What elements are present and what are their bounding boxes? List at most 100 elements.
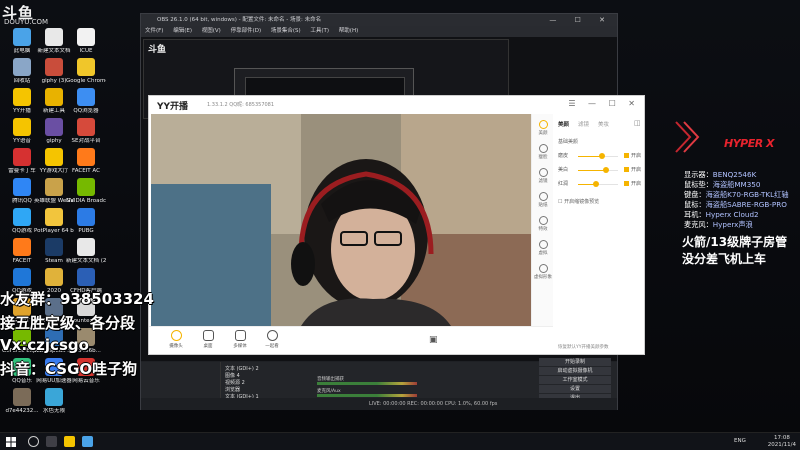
media-button[interactable]: 多媒体 (225, 330, 255, 349)
source-row[interactable]: 浏览器 (225, 387, 305, 394)
toggle-label: 开启 (631, 153, 642, 159)
spec-line: 麦克风：Hyperx声浪 (684, 220, 800, 230)
spec-key: 鼠标： (684, 200, 706, 209)
yy-taskbar-icon[interactable] (64, 436, 75, 447)
yy-brand: YY开播 (157, 102, 189, 112)
yy-window-controls[interactable]: ☰ — ☐ ✕ (568, 99, 640, 108)
shortcut-icon (45, 28, 63, 46)
tab-makeup[interactable]: 美妆 (598, 120, 609, 128)
shortcut-label: 网易云音乐 (72, 378, 100, 384)
shortcut-icon (45, 88, 63, 106)
virtual-camera-button[interactable]: 启动虚拟摄像机 (539, 367, 611, 375)
obs-window-controls[interactable]: — ☐ ✕ (549, 14, 613, 26)
shortcut-label: PUBG (78, 228, 94, 234)
language-indicator[interactable]: ENG (734, 438, 746, 444)
slider-track[interactable] (578, 167, 618, 173)
beauty-icon (538, 120, 548, 129)
toggle-checkbox[interactable] (624, 167, 629, 172)
clock[interactable]: 17:08 2021/11/4 (768, 435, 796, 449)
spec-key: 键盘： (684, 190, 706, 199)
gear-spec-list: 显示器：BENQ2546K 鼠标垫：海盗船MM350 键盘：海盗船K70-RGB-T… (684, 170, 800, 230)
slider-label: 红润 (558, 181, 569, 187)
shortcut-icon (45, 118, 63, 136)
beauty-slider-row[interactable]: 红润 开启 (558, 180, 644, 188)
obs-menu-help[interactable]: 帮助(H) (339, 28, 358, 34)
shortcut-icon (77, 208, 95, 226)
spec-value: Hyperx Cloud2 (705, 210, 759, 219)
hyperx-icon (675, 121, 700, 153)
slider-knob[interactable] (603, 167, 609, 173)
source-row[interactable]: 文本 (GDI+) 2 (225, 366, 305, 373)
spec-value: 海盗船SABRE-RGB-PRO (705, 200, 787, 209)
spec-key: 显示器： (684, 170, 713, 179)
slider-label: 磨皮 (558, 153, 569, 159)
spec-line: 耳机：Hyperx Cloud2 (684, 210, 800, 220)
shortcut-icon (13, 208, 31, 226)
spec-value: Hyperx声浪 (712, 220, 753, 229)
compare-icon[interactable]: ◫ (634, 119, 641, 127)
effects-icon (538, 216, 548, 225)
shortcut-label: FACEIT AC (72, 168, 100, 174)
slider-knob[interactable] (599, 153, 605, 159)
windows-start-icon[interactable] (6, 437, 16, 447)
source-row[interactable]: 视频源 2 (225, 380, 305, 387)
slider-track[interactable] (578, 181, 618, 187)
slider-label: 美白 (558, 167, 569, 173)
sidebar-sticker[interactable]: 贴纸 (532, 192, 554, 208)
shortcut-icon (13, 268, 31, 286)
camera-preview (151, 114, 531, 326)
record-icon[interactable]: ▣ (429, 335, 438, 345)
watch-together-button[interactable]: 一起看 (257, 330, 287, 349)
obs-menu-view[interactable]: 视图(V) (202, 28, 221, 34)
beauty-slider-row[interactable]: 磨皮 开启 (558, 152, 644, 160)
start-recording-button[interactable]: 开始录制 (539, 358, 611, 366)
sidebar-beauty[interactable]: 美颜 (532, 120, 554, 136)
reset-link[interactable]: 恢复默认YY开播美颜参数 (558, 344, 609, 350)
obs-taskbar-icon[interactable] (46, 436, 57, 447)
toggle-checkbox[interactable] (624, 153, 629, 158)
sidebar-virtual[interactable]: 虚拟 (532, 240, 554, 256)
shortcut-icon (13, 238, 31, 256)
shortcut-icon (13, 178, 31, 196)
hyperx-logo: HYPER X (672, 112, 792, 162)
tab-beauty[interactable]: 美颜 (558, 120, 569, 128)
toggle-checkbox[interactable] (624, 181, 629, 186)
mirror-option[interactable]: ☐ 开启缩镜像预览 (558, 198, 599, 205)
obs-menu-edit[interactable]: 编辑(E) (173, 28, 192, 34)
obs-menu-docks[interactable]: 停靠部件(D) (231, 28, 262, 34)
sidebar-effects[interactable]: 特效 (532, 216, 554, 232)
shortcut-label: 水色无限 (42, 408, 65, 414)
folder-taskbar-icon[interactable] (82, 436, 93, 447)
sidebar-filter[interactable]: 滤镜 (532, 168, 554, 184)
search-icon[interactable] (28, 436, 39, 447)
camera-button[interactable]: 摄像头 (161, 330, 191, 349)
settings-button[interactable]: 设置 (539, 385, 611, 393)
shortcut-icon (13, 388, 31, 406)
spec-key: 鼠标垫： (684, 180, 713, 189)
slider-track[interactable] (578, 153, 618, 159)
sidebar-avatar[interactable]: 虚拟形象 (532, 264, 554, 280)
studio-mode-button[interactable]: 工作室模式 (539, 376, 611, 384)
obs-menubar[interactable]: 文件(F) 编辑(E) 视图(V) 停靠部件(D) 场景集合(S) 工具(T) … (141, 26, 617, 37)
shortcut-label: ICUE (79, 48, 93, 54)
douyu-logo: 斗鱼 DOUYU.COM (2, 4, 49, 26)
shortcut-icon (77, 178, 95, 196)
slider-knob[interactable] (593, 181, 599, 187)
yy-window[interactable]: YY开播 1.33.1.2 QQ昵: 685357081 ☰ — ☐ ✕ 美颜 … (148, 95, 645, 355)
spec-value: 海盗船MM350 (712, 180, 761, 189)
obs-menu-file[interactable]: 文件(F) (145, 28, 163, 34)
sidebar-face[interactable]: 瘦脸 (532, 144, 554, 160)
shortcut-icon (77, 28, 95, 46)
shortcut-icon (45, 178, 63, 196)
overlay-line: Vx:czjcsgo (0, 336, 89, 354)
source-row[interactable]: 图像 4 (225, 373, 305, 380)
filter-icon (538, 168, 548, 177)
obs-menu-scene-collection[interactable]: 场景集合(S) (271, 28, 301, 34)
desktop-button[interactable]: 桌面 (193, 330, 223, 349)
shortcut-icon (77, 238, 95, 256)
desktop-icon (202, 330, 214, 341)
tab-filter[interactable]: 滤镜 (578, 120, 589, 128)
obs-menu-tools[interactable]: 工具(T) (310, 28, 329, 34)
desktop-shortcut[interactable]: 水色无限 (34, 388, 74, 432)
beauty-slider-row[interactable]: 美白 开启 (558, 166, 644, 174)
